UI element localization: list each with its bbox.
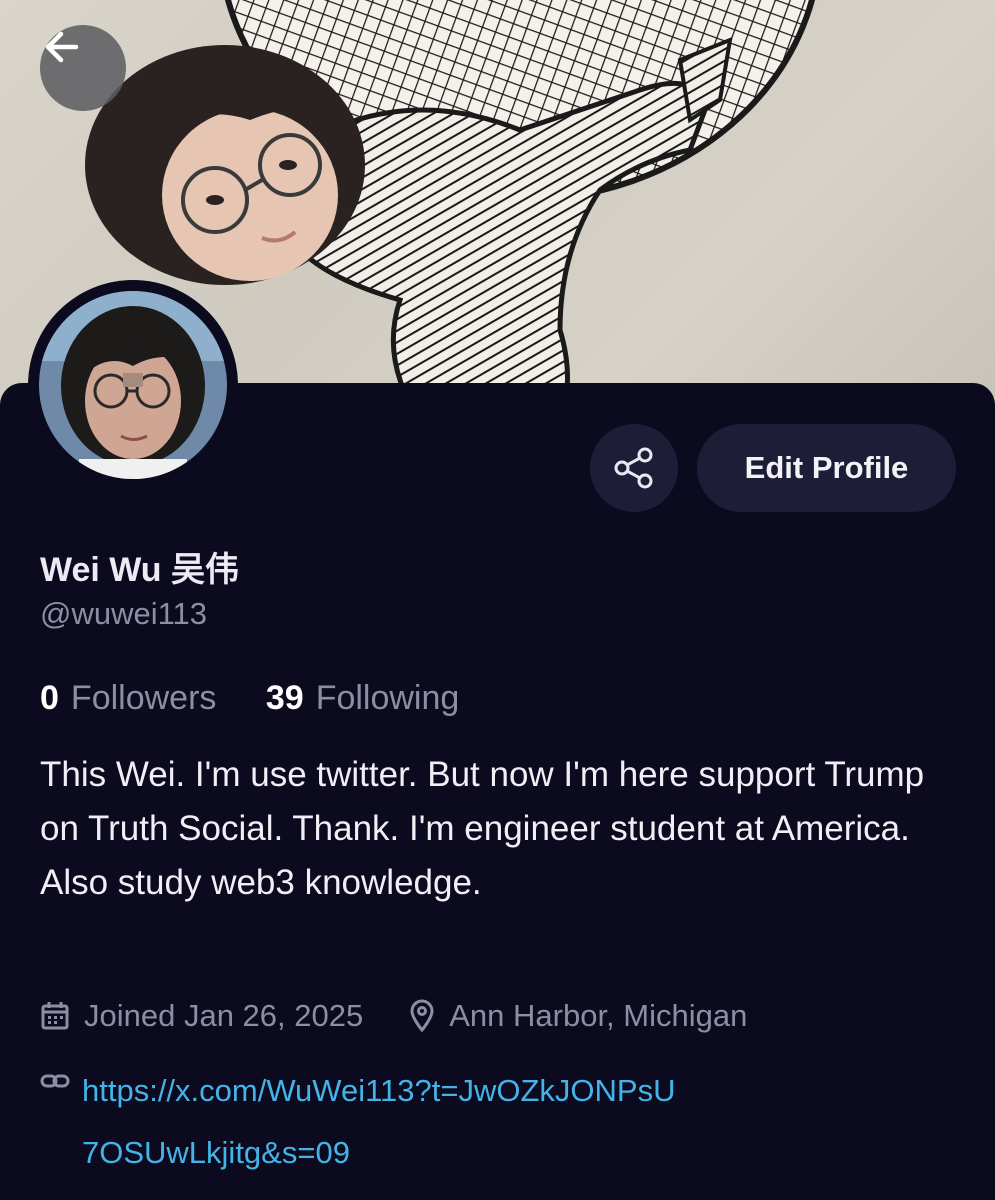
calendar-icon <box>40 1000 70 1032</box>
followers-label: Followers <box>70 679 217 717</box>
website: https://x.com/WuWei113?t=JwOZkJONPsU7OSU… <box>40 1060 940 1184</box>
map-pin-icon <box>409 999 435 1033</box>
joined-date: Joined Jan 26, 2025 <box>40 998 363 1034</box>
avatar-image <box>39 291 227 479</box>
profile-bio: This Wei. I'm use twitter. But now I'm h… <box>40 755 925 902</box>
location: Ann Harbor, Michigan <box>409 998 747 1034</box>
arrow-left-icon <box>45 31 79 63</box>
location-text: Ann Harbor, Michigan <box>449 998 748 1033</box>
website-link[interactable]: https://x.com/WuWei113?t=JwOZkJONPsU7OSU… <box>82 1060 682 1184</box>
share-icon <box>614 447 653 489</box>
display-name: Wei Wu 吴伟 <box>40 551 239 589</box>
followers-count: 0 <box>40 679 59 717</box>
username-handle: @wuwei113 <box>40 596 208 631</box>
joined-text: Joined Jan 26, 2025 <box>84 998 364 1033</box>
following-label: Following <box>315 679 460 717</box>
following-count: 39 <box>265 679 304 717</box>
share-button[interactable] <box>590 424 678 512</box>
followers-link[interactable]: 0 Followers <box>40 679 216 718</box>
link-icon <box>40 1070 72 1184</box>
back-button[interactable] <box>40 25 126 111</box>
edit-profile-button[interactable]: Edit Profile <box>697 424 956 512</box>
follow-stats: 0 Followers 39 Following <box>40 679 459 718</box>
following-link[interactable]: 39 Following <box>266 679 459 718</box>
avatar[interactable] <box>28 280 238 490</box>
profile-page: Edit Profile Wei Wu 吴伟 @wuwei113 0 Follow… <box>0 0 995 1200</box>
profile-meta: Joined Jan 26, 2025 Ann Harbor, Michigan <box>40 998 747 1034</box>
